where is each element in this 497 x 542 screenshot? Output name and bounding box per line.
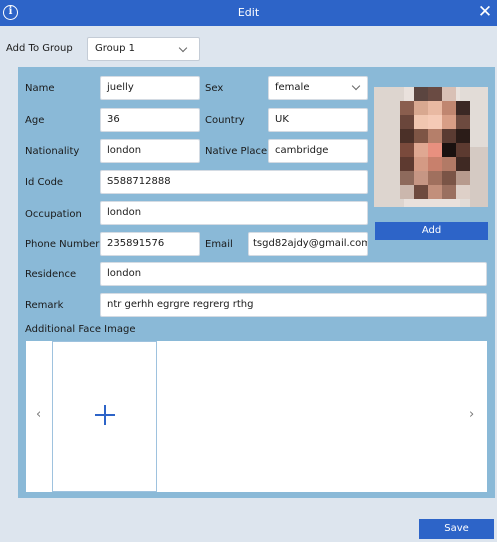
chevron-down-icon [351,81,361,91]
native-place-field[interactable]: cambridge [268,139,368,163]
name-field[interactable]: juelly [100,76,200,100]
age-field[interactable]: 36 [100,108,200,132]
age-label: Age [25,115,45,126]
email-label: Email [205,239,233,250]
chevron-left-icon[interactable]: ‹ [36,407,41,422]
chevron-down-icon [178,43,188,53]
window-title: Edit [237,6,260,19]
nationality-field[interactable]: london [100,139,200,163]
additional-face-label: Additional Face Image [25,324,136,335]
blurred-face-image [374,87,488,207]
id-code-label: Id Code [25,177,64,188]
add-photo-button[interactable]: Add [375,222,488,240]
native-place-label: Native Place [205,146,268,157]
occupation-label: Occupation [25,209,82,220]
phone-label: Phone Number [25,239,100,250]
remark-field[interactable]: ntr gerhh egrgre regrerg rthg [100,293,487,317]
group-select[interactable]: Group 1 [87,37,200,61]
save-button[interactable]: Save [419,519,494,539]
profile-panel: Name juelly Sex female Age 36 Country UK… [18,67,495,498]
occupation-field[interactable]: london [100,201,368,225]
close-icon[interactable]: ✕ [476,2,494,22]
sex-select[interactable]: female [268,76,368,100]
nationality-label: Nationality [25,146,80,157]
residence-field[interactable]: london [100,262,487,286]
group-label: Add To Group [6,43,73,54]
chevron-right-icon[interactable]: › [469,407,474,422]
add-face-slot[interactable] [52,341,157,492]
phone-field[interactable]: 235891576 [100,232,200,256]
sex-label: Sex [205,83,224,94]
sex-select-value: female [275,82,310,93]
group-select-value: Group 1 [95,43,135,54]
email-field[interactable]: tsgd82ajdy@gmail.com [248,232,368,256]
id-code-field[interactable]: S588712888 [100,170,368,194]
title-bar: i Edit ✕ [0,0,497,26]
remark-label: Remark [25,300,64,311]
profile-photo[interactable] [374,87,488,207]
country-field[interactable]: UK [268,108,368,132]
face-image-carousel: ‹ › [26,341,487,492]
plus-icon [91,401,119,429]
name-label: Name [25,83,55,94]
country-label: Country [205,115,245,126]
residence-label: Residence [25,269,77,280]
